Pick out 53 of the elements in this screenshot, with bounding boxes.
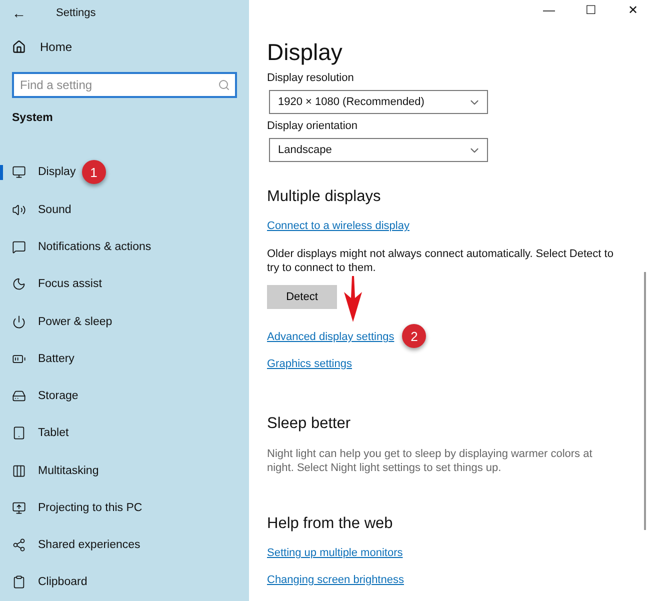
sidebar-item[interactable]: Clipboard <box>38 576 88 588</box>
sidebar-item[interactable]: Shared experiences <box>38 539 140 552</box>
step-badge: 2 <box>402 324 426 348</box>
sidebar-item[interactable]: Power & sleep <box>38 316 112 328</box>
minimize-button[interactable]: — <box>540 2 558 16</box>
arrow-drawing <box>343 276 363 322</box>
home-link[interactable]: Home <box>40 40 72 54</box>
speaker-icon <box>12 202 26 217</box>
clipboard-icon <box>12 575 26 590</box>
sidebar-item[interactable]: Tablet <box>38 427 69 440</box>
section-heading: Help from the web <box>267 515 394 533</box>
link[interactable]: Connect to a wireless display <box>267 220 410 232</box>
section-heading: Multiple displays <box>267 188 382 206</box>
sidebar-item[interactable]: Display <box>38 166 76 178</box>
message-icon <box>12 240 26 254</box>
moon-icon <box>12 277 26 292</box>
share-icon <box>12 538 26 552</box>
search-icon <box>218 78 230 91</box>
section-heading: System <box>11 110 54 124</box>
step-badge: 1 <box>82 160 106 184</box>
dropdown[interactable]: 1920 × 1080 (Recommended) <box>269 90 488 114</box>
page-title: Display <box>267 39 344 66</box>
link[interactable]: Setting up multiple monitors <box>267 547 403 559</box>
sidebar-item[interactable]: Multitasking <box>38 464 99 477</box>
link[interactable]: Advanced display settings <box>267 331 394 343</box>
maximize-button[interactable]: ☐ <box>582 2 600 16</box>
link[interactable]: Changing screen brightness <box>267 574 404 586</box>
back-button[interactable]: ← <box>12 4 26 21</box>
power-icon <box>12 314 26 329</box>
columns-icon <box>12 464 26 478</box>
window-title: Settings <box>56 6 96 19</box>
sidebar-item[interactable]: Storage <box>38 390 78 402</box>
sidebar-item[interactable]: Battery <box>38 352 74 365</box>
close-button[interactable]: ✕ <box>624 2 642 16</box>
sidebar-item[interactable]: Focus assist <box>38 278 102 290</box>
link[interactable]: Graphics settings <box>267 358 352 370</box>
sidebar-item[interactable]: Notifications & actions <box>38 240 152 253</box>
monitor-icon <box>12 165 26 180</box>
drive-icon <box>12 389 26 404</box>
scrollbar[interactable] <box>644 272 646 530</box>
sidebar-item[interactable]: Projecting to this PC <box>38 502 142 514</box>
home-icon[interactable] <box>12 40 26 54</box>
description-text: Older displays might not always connect automatically. Select Detect to try to connect to them. <box>267 247 614 275</box>
section-heading: Sleep better <box>267 415 352 433</box>
description-text: Night light can help you get to sleep by displaying warmer colors at night. Select Night light settings to set things up. <box>267 447 594 475</box>
tablet-icon <box>12 426 26 440</box>
search-field[interactable]: Find a setting <box>12 72 237 98</box>
field-label: Display orientation <box>267 120 358 132</box>
field-label: Display resolution <box>267 72 355 84</box>
sidebar-item[interactable]: Sound <box>38 204 72 216</box>
dropdown[interactable]: Landscape <box>269 138 488 162</box>
monitor-icon <box>12 500 26 515</box>
detect-button[interactable]: Detect <box>267 285 337 309</box>
